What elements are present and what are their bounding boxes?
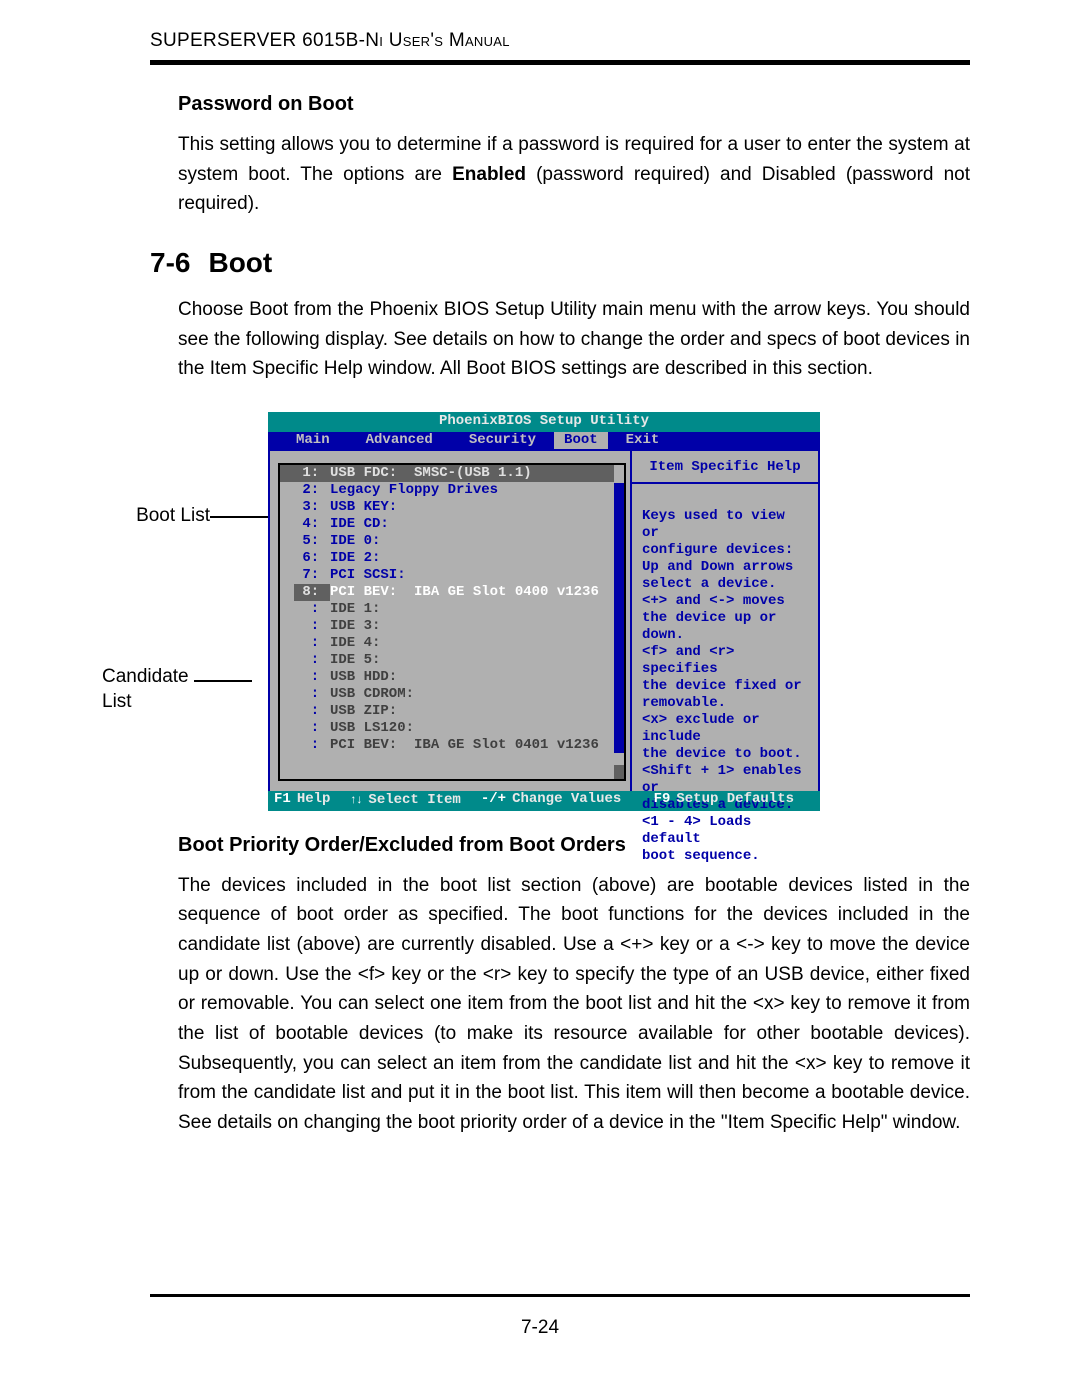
boot-order-row[interactable]: 6:IDE 2: (280, 550, 624, 567)
row-label: USB HDD: (330, 669, 397, 686)
row-label: IDE 3: (330, 618, 380, 635)
header-rule (150, 60, 970, 65)
row-label: IDE 2: (330, 550, 380, 567)
boot-order-row[interactable]: 5:IDE 0: (280, 533, 624, 550)
paragraph-password-on-boot: This setting allows you to determine if … (178, 130, 970, 219)
row-label: IDE 4: (330, 635, 380, 652)
paragraph-boot-intro: Choose Boot from the Phoenix BIOS Setup … (178, 295, 970, 384)
bios-footer: F1 Help ↑↓ Select Item -/+ Change Values F9… (268, 791, 820, 811)
bios-help-body: Keys used to view or configure devices: … (642, 508, 808, 865)
section-heading-boot: 7-6 Boot (150, 247, 970, 279)
boot-order-row[interactable]: :USB HDD: (280, 669, 624, 686)
boot-order-row[interactable]: 2:Legacy Floppy Drives (280, 482, 624, 499)
bios-figure: Boot List Candidate List PhoenixBIOS Set… (178, 412, 970, 812)
row-label: PCI BEV: IBA GE Slot 0400 v1236 (330, 584, 599, 601)
boot-order-row[interactable]: 4:IDE CD: (280, 516, 624, 533)
row-index: : (294, 635, 330, 652)
key-f1-label: Help (297, 791, 331, 808)
key-arrows-icon: ↑↓ (350, 791, 362, 808)
running-head: SUPERSERVER 6015B-Ni User's Manual (150, 30, 970, 52)
bios-scrollbar[interactable] (614, 465, 624, 779)
row-index: 1: (294, 465, 330, 482)
bios-menu-security[interactable]: Security (451, 432, 554, 449)
footer-rule (150, 1294, 970, 1297)
key-select-label: Select Item (368, 792, 460, 809)
bios-title-bar: PhoenixBIOS Setup Utility (268, 412, 820, 432)
paragraph-boot-priority: The devices included in the boot list se… (178, 871, 970, 1138)
bios-menu-exit[interactable]: Exit (608, 432, 678, 449)
boot-order-row[interactable]: :IDE 3: (280, 618, 624, 635)
key-change-label: Change Values (512, 791, 621, 808)
row-label: PCI BEV: IBA GE Slot 0401 v1236 (330, 737, 599, 754)
row-label: Legacy Floppy Drives (330, 482, 498, 499)
subheading-boot-priority: Boot Priority Order/Excluded from Boot O… (178, 834, 970, 857)
callout-candidate-list: Candidate List (102, 664, 210, 715)
row-label: IDE CD: (330, 516, 389, 533)
row-index: 6: (294, 550, 330, 567)
section-title: Boot (208, 247, 272, 278)
boot-order-row[interactable]: :IDE 4: (280, 635, 624, 652)
row-label: IDE 1: (330, 601, 380, 618)
boot-order-row[interactable]: :USB LS120: (280, 720, 624, 737)
row-index: 7: (294, 567, 330, 584)
row-index: 3: (294, 499, 330, 516)
section-number: 7-6 (150, 247, 190, 278)
boot-order-row[interactable]: :USB ZIP: (280, 703, 624, 720)
scrollbar-down-icon (614, 765, 624, 779)
row-label: IDE 0: (330, 533, 380, 550)
row-label: PCI SCSI: (330, 567, 406, 584)
bios-body: 1:USB FDC: SMSC-(USB 1.1) 2:Legacy Flopp… (268, 451, 820, 791)
scrollbar-thumb (614, 753, 624, 765)
boot-order-row[interactable]: :IDE 5: (280, 652, 624, 669)
subheading-password-on-boot: Password on Boot (178, 93, 970, 116)
footer-change: -/+ Change Values (481, 791, 621, 809)
row-label: USB LS120: (330, 720, 414, 737)
row-label: USB FDC: SMSC-(USB 1.1) (330, 465, 532, 482)
page-number: 7-24 (0, 1317, 1080, 1339)
boot-order-row[interactable]: :PCI BEV: IBA GE Slot 0401 v1236 (280, 737, 624, 754)
row-label: USB ZIP: (330, 703, 397, 720)
row-index: 8: (294, 584, 330, 601)
bios-window: PhoenixBIOS Setup Utility Main Advanced … (268, 412, 820, 810)
bios-menu-boot[interactable]: Boot (554, 432, 608, 449)
boot-order-row[interactable]: :USB CDROM: (280, 686, 624, 703)
row-index: 4: (294, 516, 330, 533)
scrollbar-thumb (614, 465, 624, 483)
row-index: : (294, 601, 330, 618)
row-index: 2: (294, 482, 330, 499)
row-index: : (294, 618, 330, 635)
boot-order-row[interactable]: 8:PCI BEV: IBA GE Slot 0400 v1236 (280, 584, 624, 601)
row-index: : (294, 703, 330, 720)
bios-help-pane: Item Specific Help Keys used to view or … (632, 451, 818, 791)
row-index: : (294, 737, 330, 754)
row-label: USB KEY: (330, 499, 397, 516)
footer-help: F1 Help (274, 791, 330, 809)
bios-help-title: Item Specific Help (632, 459, 818, 484)
boot-order-row[interactable]: 3:USB KEY: (280, 499, 624, 516)
boot-order-row[interactable]: :IDE 1: (280, 601, 624, 618)
footer-defaults: F9 Setup Defaults (654, 791, 794, 809)
key-f9-label: Setup Defaults (676, 791, 794, 808)
callout-boot-list: Boot List (130, 505, 210, 527)
key-plusminus: -/+ (481, 791, 506, 808)
row-label: IDE 5: (330, 652, 380, 669)
boot-order-row[interactable]: 7:PCI SCSI: (280, 567, 624, 584)
bios-menu-bar: Main Advanced Security Boot Exit (268, 432, 820, 451)
row-label: USB CDROM: (330, 686, 414, 703)
row-index: 5: (294, 533, 330, 550)
bios-boot-order-box[interactable]: 1:USB FDC: SMSC-(USB 1.1) 2:Legacy Flopp… (278, 463, 626, 781)
row-index: : (294, 686, 330, 703)
bios-menu-main[interactable]: Main (278, 432, 348, 449)
bios-left-pane: 1:USB FDC: SMSC-(USB 1.1) 2:Legacy Flopp… (270, 451, 632, 791)
key-f1: F1 (274, 791, 291, 808)
row-index: : (294, 669, 330, 686)
text-bold: Enabled (452, 164, 526, 185)
footer-select: ↑↓ Select Item (350, 791, 460, 809)
row-index: : (294, 652, 330, 669)
bios-menu-advanced[interactable]: Advanced (348, 432, 451, 449)
row-index: : (294, 720, 330, 737)
boot-order-row[interactable]: 1:USB FDC: SMSC-(USB 1.1) (280, 465, 624, 482)
key-f9: F9 (654, 791, 671, 808)
